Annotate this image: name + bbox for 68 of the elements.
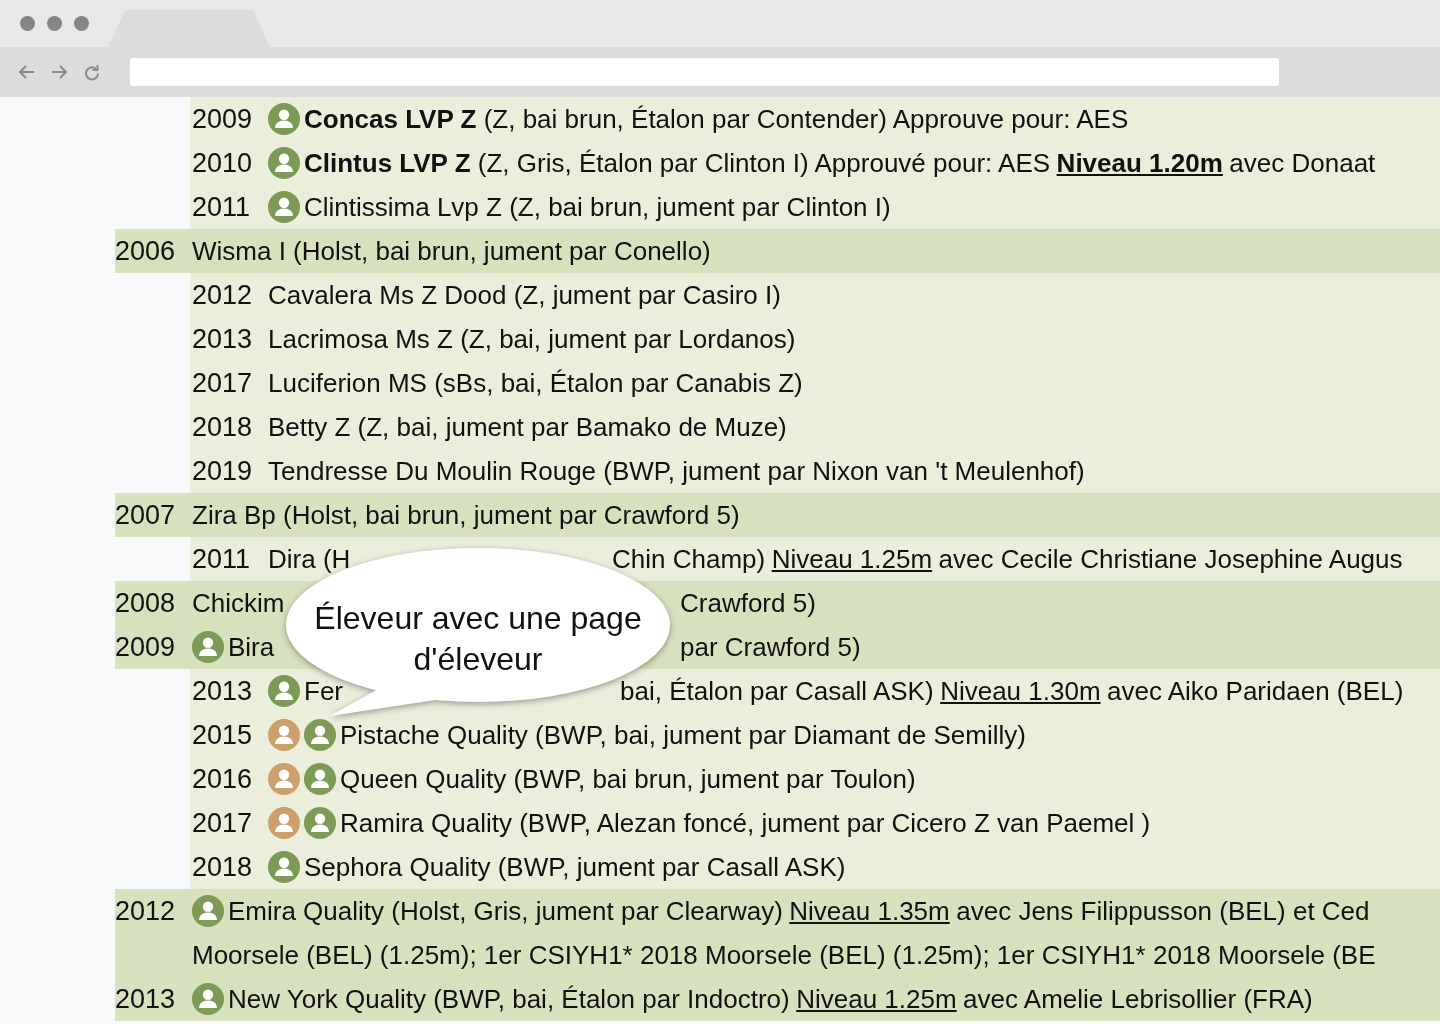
result-link[interactable]: Niveau 1.20m	[1056, 148, 1223, 178]
person-icon[interactable]	[268, 807, 300, 839]
horse-entry-text: Queen Quality (BWP, bai brun, jument par Toulon)	[340, 763, 916, 795]
horse-entry-text: Sephora Quality (BWP, jument par Casall ASK)	[304, 851, 846, 883]
year-text: 2008	[115, 587, 177, 619]
person-icon[interactable]	[268, 191, 300, 223]
year-text: 2006	[115, 235, 177, 267]
person-icon[interactable]	[268, 719, 300, 751]
year-text: 2009	[192, 103, 254, 135]
reload-icon[interactable]	[84, 63, 100, 81]
year-text: 2013	[115, 983, 177, 1015]
person-icon[interactable]	[192, 983, 224, 1015]
horse-entry-text: Clintus LVP Z (Z, Gris, Étalon par Clinton I) Approuvé pour: AES Niveau 1.20m avec Donaat	[304, 147, 1376, 179]
horse-entry-text: Wisma I (Holst, bai brun, jument par Conello)	[192, 235, 711, 267]
back-arrow-icon[interactable]	[18, 65, 35, 79]
horse-entry-text: Lacrimosa Ms Z (Z, bai, jument par Lordanos)	[268, 323, 796, 355]
result-link[interactable]: Niveau 1.35m	[789, 896, 950, 926]
person-icon[interactable]	[192, 631, 224, 663]
year-text: 2017	[192, 807, 254, 839]
horse-entry-text: Clintissima Lvp Z (Z, bai brun, jument par Clinton I)	[304, 191, 891, 223]
horse-entry-text: New York Quality (BWP, bai, Étalon par Indoctro) Niveau 1.25m avec Amelie Lebrisollier (FRA)	[228, 983, 1313, 1015]
year-text: 2018	[192, 411, 254, 443]
year-text: 2012	[192, 279, 254, 311]
horse-entry-text: Bira	[228, 631, 275, 663]
person-icon[interactable]	[268, 675, 300, 707]
horse-entry-text: Betty Z (Z, bai, jument par Bamako de Muze)	[268, 411, 787, 443]
person-icon[interactable]	[304, 763, 336, 795]
horse-entry-text: Dira (H	[268, 543, 351, 575]
person-icon[interactable]	[268, 147, 300, 179]
window-dot-icon[interactable]	[47, 16, 62, 31]
year-text: 2011	[192, 191, 252, 223]
horse-entry-text: Chin Champ) Niveau 1.25m avec Cecile Christiane Josephine Augus	[612, 543, 1403, 575]
window-dot-icon[interactable]	[20, 16, 35, 31]
person-icon[interactable]	[268, 851, 300, 883]
horse-entry-text: Chickim	[192, 587, 285, 619]
year-text: 2010	[192, 147, 254, 179]
horse-entry-text: Ramira Quality (BWP, Alezan foncé, jument par Cicero Z van Paemel )	[340, 807, 1151, 839]
person-icon[interactable]	[268, 103, 300, 135]
year-text: 2011	[192, 543, 252, 575]
year-text: 2017	[192, 367, 254, 399]
year-text: 2019	[192, 455, 254, 487]
horse-entry-text: par Crawford 5)	[680, 631, 861, 663]
horse-entry-text: Emira Quality (Holst, Gris, jument par Clearway) Niveau 1.35m avec Jens Filippusson (BEL) et Ced	[228, 895, 1370, 927]
year-text: 2012	[115, 895, 177, 927]
year-text: 2018	[192, 851, 254, 883]
horse-entry-text: Zira Bp (Holst, bai brun, jument par Crawford 5)	[192, 499, 740, 531]
person-icon[interactable]	[304, 807, 336, 839]
year-text: 2007	[115, 499, 177, 531]
person-icon[interactable]	[304, 719, 336, 751]
person-icon[interactable]	[268, 763, 300, 795]
result-link[interactable]: Niveau 1.25m	[771, 544, 933, 574]
horse-entry-text: Pistache Quality (BWP, bai, jument par Diamant de Semilly)	[340, 719, 1026, 751]
forward-arrow-icon[interactable]	[51, 65, 68, 79]
horse-entry-text: Luciferion MS (sBs, bai, Étalon par Canabis Z)	[268, 367, 803, 399]
year-text: 2013	[192, 675, 254, 707]
window-dot-icon[interactable]	[74, 16, 89, 31]
horse-entry-text: Crawford 5)	[680, 587, 816, 619]
entry-continuation-text: Moorsele (BEL) (1.25m); 1er CSIYH1* 2018 Moorsele (BEL) (1.25m); 1er CSIYH1* 2018 Moorsele (BE	[192, 939, 1376, 971]
person-icon[interactable]	[192, 895, 224, 927]
year-text: 2009	[115, 631, 177, 663]
year-text: 2016	[192, 763, 254, 795]
result-link[interactable]: Niveau 1.30m	[940, 676, 1101, 706]
horse-entry-text: Concas LVP Z (Z, bai brun, Étalon par Contender) Approuve pour: AES	[304, 103, 1129, 135]
horse-entry-text: Cavalera Ms Z Dood (Z, jument par Casiro I)	[268, 279, 781, 311]
year-text: 2013	[192, 323, 254, 355]
horse-entry-text: Tendresse Du Moulin Rouge (BWP, jument par Nixon van 't Meulenhof)	[268, 455, 1085, 487]
year-text: 2015	[192, 719, 254, 751]
result-link[interactable]: Niveau 1.25m	[796, 984, 957, 1014]
